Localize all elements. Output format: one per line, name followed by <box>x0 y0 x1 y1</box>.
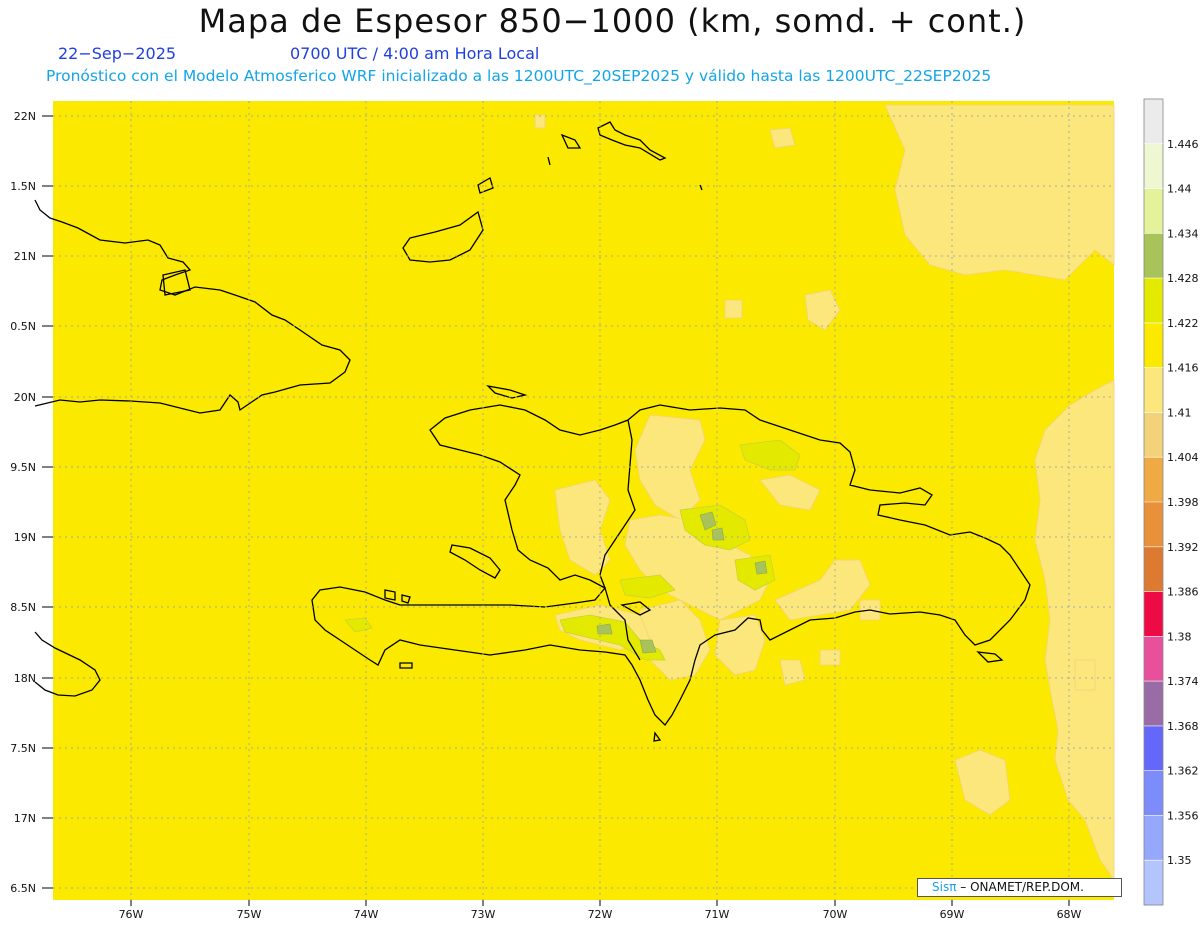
colorbar-swatch <box>1144 546 1163 593</box>
colorbar-label: 1.362 <box>1167 765 1199 778</box>
lat-label: 7.5N <box>10 742 36 755</box>
colorbar-label: 1.35 <box>1167 854 1192 867</box>
colorbar-swatch <box>1144 367 1163 413</box>
colorbar-label: 1.44 <box>1167 183 1192 196</box>
colorbar-swatch <box>1144 412 1163 458</box>
colorbar-label: 1.41 <box>1167 406 1192 419</box>
colorbar-swatch <box>1144 725 1163 772</box>
map-figure: 22N 1.5N 21N 0.5N 20N 9.5N 19N 8.5N 18N … <box>10 98 1199 921</box>
colorbar-label: 1.422 <box>1167 317 1199 330</box>
lon-label: 68W <box>1057 908 1082 921</box>
colorbar-swatch <box>1144 770 1163 816</box>
lon-label: 69W <box>940 908 965 921</box>
lat-label: 20N <box>14 391 36 404</box>
colorbar-swatch <box>1144 188 1163 234</box>
colorbar-swatch <box>1144 457 1163 503</box>
lon-label: 73W <box>471 908 496 921</box>
colorbar-swatch <box>1144 322 1163 369</box>
colorbar-label: 1.356 <box>1167 809 1199 822</box>
lat-label: 1.5N <box>10 180 36 193</box>
lat-label: 21N <box>14 250 36 263</box>
colorbar-swatch <box>1144 143 1163 190</box>
lon-label: 70W <box>823 908 848 921</box>
colorbar-label: 1.368 <box>1167 720 1199 733</box>
colorbar-swatch <box>1144 860 1163 906</box>
credit-text: – ONAMET/REP.DOM. <box>960 880 1084 894</box>
lat-label: 22N <box>14 110 36 123</box>
colorbar-swatch <box>1144 681 1163 727</box>
sispi-logo: Sisπ <box>932 880 957 894</box>
colorbar-swatch <box>1144 502 1163 548</box>
lat-label: 17N <box>14 812 36 825</box>
colorbar-label: 1.434 <box>1167 227 1199 240</box>
lon-label: 76W <box>119 908 144 921</box>
lon-label: 74W <box>354 908 379 921</box>
lat-label: 8.5N <box>10 601 36 614</box>
colorbar <box>1143 98 1164 906</box>
colorbar-label: 1.386 <box>1167 586 1199 599</box>
lon-label: 71W <box>705 908 730 921</box>
colorbar-label: 1.374 <box>1167 675 1199 688</box>
lon-label: 72W <box>588 908 613 921</box>
lat-label: 9.5N <box>10 461 36 474</box>
lon-label: 75W <box>237 908 262 921</box>
colorbar-label: 1.392 <box>1167 541 1199 554</box>
colorbar-swatch <box>1144 636 1163 682</box>
lat-label: 19N <box>14 531 36 544</box>
colorbar-swatch <box>1144 233 1163 279</box>
colorbar-label: 1.416 <box>1167 362 1199 375</box>
lat-label: 0.5N <box>10 320 36 333</box>
colorbar-label: 1.428 <box>1167 272 1199 285</box>
colorbar-label: 1.38 <box>1167 630 1192 643</box>
colorbar-swatch <box>1144 591 1163 637</box>
colorbar-swatch <box>1144 99 1163 145</box>
credit-box: Sisπ – ONAMET/REP.DOM. <box>917 878 1122 897</box>
colorbar-label: 1.398 <box>1167 496 1199 509</box>
lat-label: 6.5N <box>10 882 36 895</box>
colorbar-swatch <box>1144 815 1163 861</box>
colorbar-label: 1.446 <box>1167 138 1199 151</box>
colorbar-label: 1.404 <box>1167 451 1199 464</box>
colorbar-swatch <box>1144 278 1163 324</box>
lat-label: 18N <box>14 672 36 685</box>
